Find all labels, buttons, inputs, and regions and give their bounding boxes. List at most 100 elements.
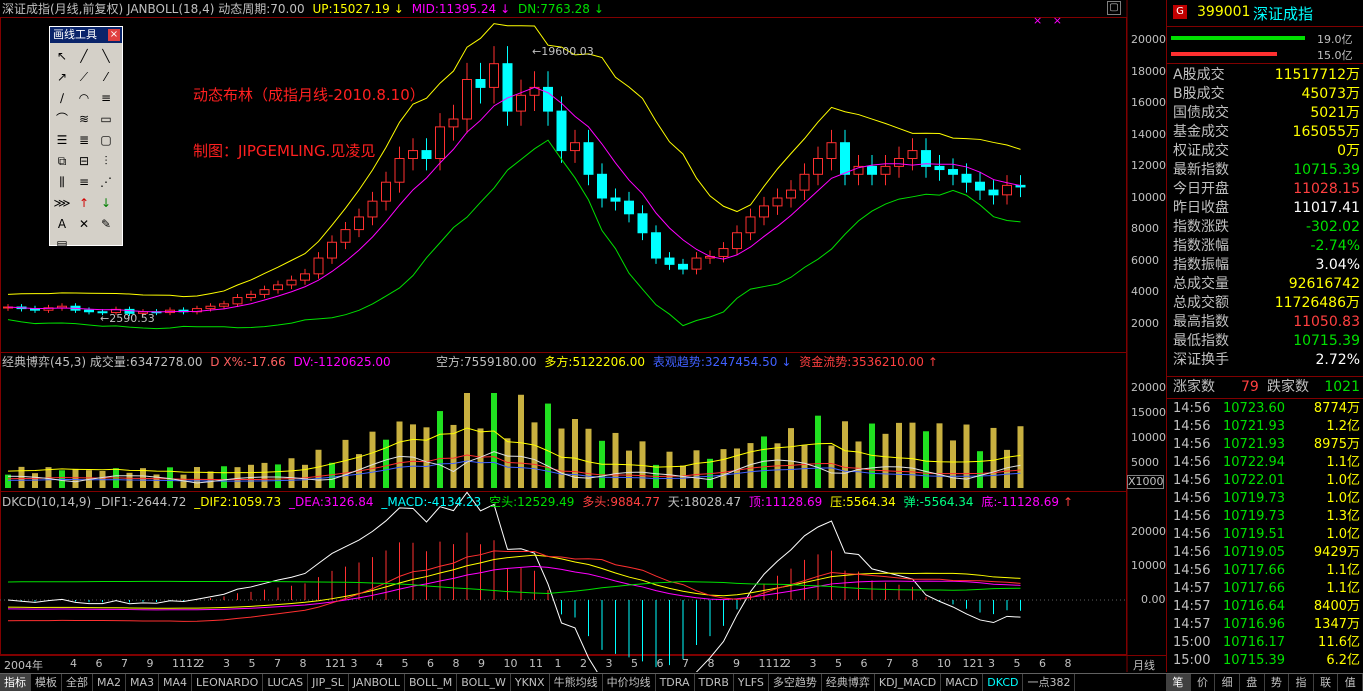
volume-bar [950, 440, 956, 488]
draw-tool-icon[interactable]: ⫼ [52, 172, 72, 192]
indicator-tab[interactable]: YLFS [734, 674, 769, 691]
indicator-tab[interactable]: 多空趋势 [769, 674, 822, 691]
indicator-tab[interactable]: JANBOLL [349, 674, 405, 691]
candle [354, 216, 364, 231]
tick-row: 14:56 10721.93 1.2亿 [1167, 418, 1363, 436]
quote-tab[interactable]: 盘 [1240, 674, 1265, 691]
draw-tool-icon[interactable]: ≡ [74, 172, 94, 192]
draw-tool-icon[interactable]: ☰ [52, 130, 72, 150]
quote-value: 165055万 [1292, 124, 1360, 140]
draw-tool-icon[interactable]: ↖ [52, 46, 72, 66]
indicator-tab[interactable]: LUCAS [263, 674, 309, 691]
indicator-tab[interactable]: BOLL_W [457, 674, 511, 691]
indicator-tab[interactable]: MACD [941, 674, 984, 691]
quote-tab[interactable]: 势 [1265, 674, 1290, 691]
updown-row: 涨家数 79 跌家数 1021 [1167, 378, 1363, 397]
draw-tool-icon[interactable]: ⫶ [96, 151, 116, 171]
indicator-tab[interactable]: YKNX [511, 674, 550, 691]
quote-tab[interactable]: 指 [1289, 674, 1314, 691]
volume-bar [666, 451, 673, 488]
draw-tool-icon[interactable]: ↑ [74, 193, 94, 213]
indicator-tab[interactable]: BOLL_M [405, 674, 458, 691]
indicator-tab[interactable]: 经典博弈 [822, 674, 875, 691]
indicator-tab[interactable]: 一点382 [1023, 674, 1076, 691]
time-axis-label: 3 [350, 657, 358, 670]
draw-tool-icon[interactable]: ≋ [74, 109, 94, 129]
draw-tool-icon[interactable]: ⌒ [52, 109, 72, 129]
indicator-tab[interactable]: 指标 [0, 674, 31, 691]
draw-tool-icon[interactable]: ↓ [96, 193, 116, 213]
quote-value: 5021万 [1310, 105, 1360, 121]
draw-tool-icon[interactable]: ≡ [96, 88, 116, 108]
indicator-tab[interactable]: JIP_SL [308, 674, 349, 691]
volume-bar [410, 424, 416, 488]
time-axis-label: 8 [1064, 657, 1072, 670]
tick-v: 1347万 [1313, 617, 1360, 632]
quote-value: 10715.39 [1293, 333, 1360, 349]
quote-tab[interactable]: 价 [1191, 674, 1216, 691]
draw-tool-icon[interactable]: ✕ [74, 214, 94, 234]
tick-t: 14:56 [1173, 401, 1211, 416]
draw-tool-icon[interactable]: ▤ [52, 235, 72, 255]
indicator-tab[interactable]: TDRA [656, 674, 695, 691]
indicator-tab[interactable]: DKCD [983, 674, 1024, 691]
draw-tool-icon[interactable]: A [52, 214, 72, 234]
price-axis-label: 2000 [1131, 316, 1159, 330]
indicator-tab[interactable]: TDRB [695, 674, 734, 691]
tick-t: 14:56 [1173, 491, 1211, 506]
indicator-tab[interactable]: 全部 [62, 674, 93, 691]
volume-bar [612, 432, 619, 488]
g-icon[interactable]: G [1173, 5, 1187, 19]
tick-t: 14:56 [1173, 437, 1211, 452]
volume-bar [464, 393, 470, 488]
indicator-tab[interactable]: 牛熊均线 [550, 674, 603, 691]
dn-value: DN:7763.28 [518, 2, 590, 16]
candle [678, 263, 688, 270]
indicator-tab[interactable]: 中价均线 [603, 674, 656, 691]
quote-value: 92616742 [1288, 276, 1360, 292]
toolbox-close-button[interactable]: × [108, 29, 120, 41]
draw-tool-icon[interactable]: ⧉ [52, 151, 72, 171]
chart-area[interactable]: 深证成指(月线,前复权) JANBOLL(18,4) 动态周期:70.00 UP… [0, 0, 1166, 672]
toolbox-title[interactable]: 画线工具 × [50, 27, 122, 43]
draw-tool-icon[interactable]: ⟋ [74, 67, 94, 87]
draw-tool-icon[interactable]: ↗ [52, 67, 72, 87]
draw-tool-icon[interactable]: ⁄ [96, 67, 116, 87]
quote-row: 总成交额 11726486万 [1167, 294, 1363, 313]
draw-tool-icon[interactable]: ╲ [96, 46, 116, 66]
quote-tab[interactable]: 联 [1314, 674, 1339, 691]
quote-tab[interactable]: 细 [1215, 674, 1240, 691]
candle [205, 305, 216, 310]
tick-v: 1.1亿 [1326, 563, 1360, 578]
draw-tool-icon[interactable]: ≣ [74, 130, 94, 150]
volume-axis-label: 5000 [1131, 456, 1159, 469]
indicator-tab[interactable]: MA2 [93, 674, 127, 691]
indicator-tab[interactable]: MA4 [159, 674, 193, 691]
volume-bar [221, 466, 227, 488]
drawing-toolbox[interactable]: 画线工具 × ↖ ╱ ╲ ↗ ⟋ ⁄ ∕ ◠ ≡ ⌒ ≋ ▭ ☰ ≣ ▢ ⧉ ⊟ ⫶ ⫼ ≡ ⋰ ⋙ ↑ ↓ A ✕ ✎ ▤ [49, 26, 123, 252]
draw-tool-icon[interactable]: ∕ [52, 88, 72, 108]
draw-tool-icon[interactable]: ⋙ [52, 193, 72, 213]
duotou-line [7, 550, 1021, 622]
indicator-tab[interactable]: 模板 [31, 674, 62, 691]
draw-tool-icon[interactable]: ▢ [96, 130, 116, 150]
vol-biao: 表观趋势:3247454.50 [652, 355, 778, 369]
volume-bar [545, 403, 551, 488]
indicator-tab[interactable]: KDJ_MACD [875, 674, 942, 691]
draw-tool-icon[interactable]: ⋰ [96, 172, 116, 192]
chart-canvas[interactable] [0, 0, 1166, 672]
draw-tool-icon[interactable]: ◠ [74, 88, 94, 108]
dkcd-di: 底:-11128.69 [981, 495, 1060, 509]
draw-tool-icon[interactable]: ⊟ [74, 151, 94, 171]
volume-bar [882, 433, 889, 488]
draw-tool-icon[interactable]: ╱ [74, 46, 94, 66]
draw-tool-icon[interactable]: ▭ [96, 109, 116, 129]
window-restore-button[interactable]: ▢ [1107, 1, 1121, 15]
draw-tool-icon[interactable]: ✎ [96, 214, 116, 234]
quote-tab[interactable]: 值 [1338, 674, 1363, 691]
quote-tab[interactable]: 笔 [1166, 674, 1191, 691]
indicator-tab[interactable]: MA3 [126, 674, 160, 691]
quote-label: A股成交 [1173, 67, 1225, 83]
indicator-tab[interactable]: LEONARDO [192, 674, 264, 691]
tick-v: 6.2亿 [1326, 653, 1360, 668]
